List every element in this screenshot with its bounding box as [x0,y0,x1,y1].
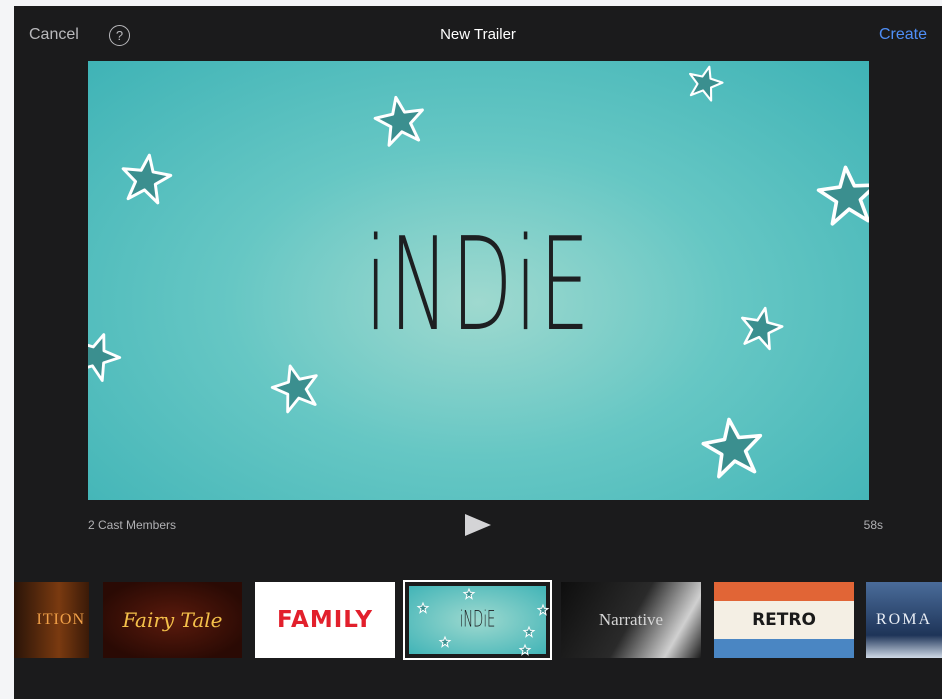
duration-label: 58s [863,518,883,532]
star-icon [370,91,429,149]
star-icon [814,162,869,227]
star-icon [735,302,787,352]
trailer-preview[interactable]: iNDiE [88,61,869,500]
star-icon [117,150,175,206]
star-icon [536,603,550,616]
create-button[interactable]: Create [879,26,927,44]
cast-members-label: 2 Cast Members [88,518,177,532]
trailer-title-text: iNDiE [364,211,593,360]
template-narrative[interactable]: Narrative [561,582,701,658]
star-icon [88,325,127,385]
template-fairy-tale[interactable]: Fairy Tale [103,582,242,658]
star-icon [683,61,727,104]
star-icon [522,625,536,638]
template-label: FAMILY [276,607,374,633]
star-icon [416,601,430,614]
play-icon [465,514,491,536]
page-title: New Trailer [440,26,516,43]
star-icon [438,635,452,648]
top-bar: Cancel ? New Trailer Create [14,6,942,62]
template-retro[interactable]: RETRO [714,582,854,658]
template-thumbnail: iNDiE [409,586,550,656]
star-icon [698,413,767,480]
star-icon [266,358,325,416]
star-icon [518,643,532,656]
template-label: Fairy Tale [122,608,223,632]
template-romance[interactable]: ROMA [866,582,942,658]
template-label: iNDiE [459,607,496,633]
template-family[interactable]: FAMILY [255,582,395,658]
play-button[interactable] [465,514,491,541]
template-label: ROMA [876,611,933,628]
star-icon [462,587,476,600]
template-expedition[interactable]: ITION [14,582,89,658]
template-strip[interactable]: ITION Fairy Tale FAMILY iNDiE Narrative … [14,580,942,660]
template-label: RETRO [752,610,816,630]
template-indie-selected[interactable]: iNDiE [403,580,552,660]
template-label: Narrative [598,610,664,629]
retro-band-top [714,582,854,601]
template-label: ITION [36,611,85,628]
new-trailer-screen: Cancel ? New Trailer Create iNDiE 2 Cast… [14,6,942,699]
retro-band-bottom [714,639,854,658]
